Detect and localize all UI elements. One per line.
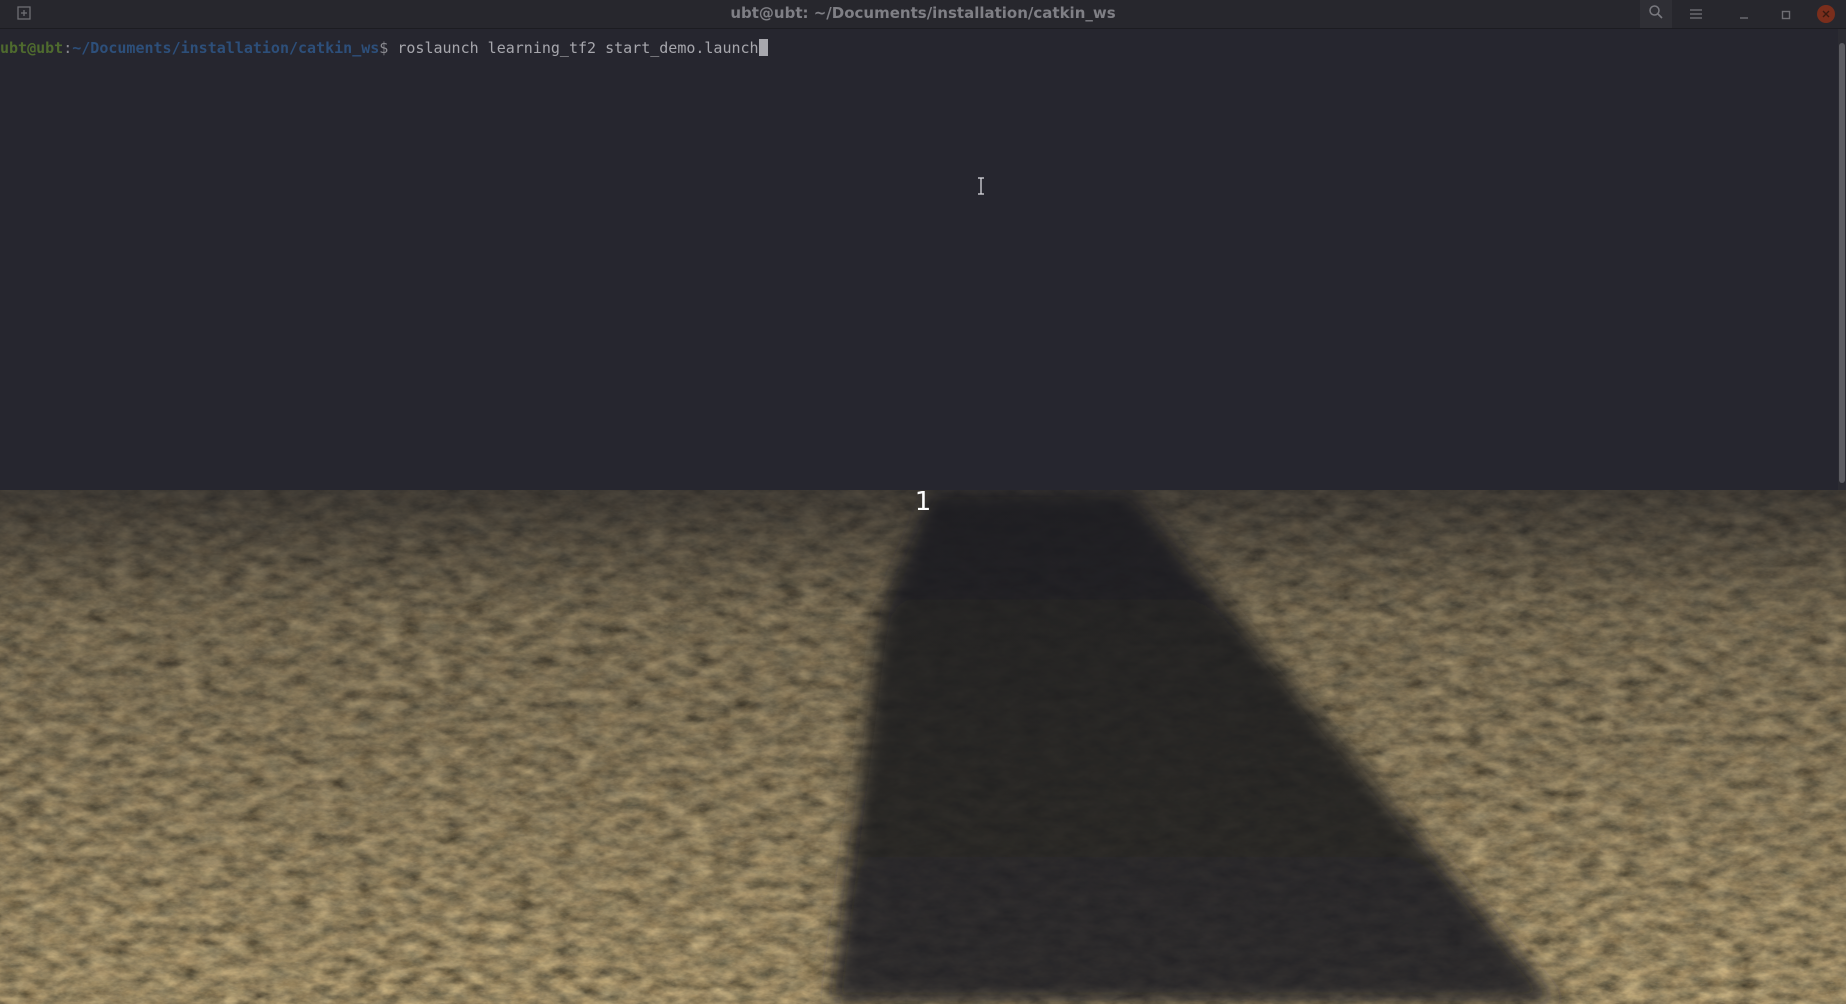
search-button[interactable] [1640, 0, 1672, 28]
prompt-user: ubt@ubt [0, 39, 64, 57]
prompt-path: ~/Documents/installation/catkin_ws [72, 39, 380, 57]
ground-texture-image [0, 490, 1846, 1004]
overlay-step-number: 1 [914, 487, 932, 517]
prompt-colon: : [63, 39, 73, 57]
scrollbar-thumb[interactable] [1839, 43, 1845, 483]
terminal-scrollbar[interactable] [1838, 29, 1846, 490]
close-icon [1817, 5, 1835, 23]
window-titlebar[interactable]: ubt@ubt: ~/Documents/installation/catkin… [0, 0, 1846, 29]
search-icon [1648, 4, 1664, 24]
window-title: ubt@ubt: ~/Documents/installation/catkin… [730, 4, 1116, 22]
screen: ubt@ubt: ~/Documents/installation/catkin… [0, 0, 1846, 1004]
ground-photo-overlay [0, 490, 1846, 1004]
prompt-symbol: $ [379, 39, 398, 57]
prompt-line: ubt@ubt:~/Documents/installation/catkin_… [0, 38, 768, 58]
minimize-button[interactable] [1728, 0, 1760, 28]
command-text: roslaunch learning_tf2 start_demo.launch [397, 39, 759, 57]
menu-button[interactable] [1680, 0, 1712, 28]
close-button[interactable] [1810, 0, 1842, 28]
text-cursor [758, 39, 768, 56]
maximize-icon [1781, 5, 1791, 24]
mouse-ibeam-cursor-icon [976, 177, 986, 199]
minimize-icon [1739, 5, 1749, 24]
maximize-button[interactable] [1770, 0, 1802, 28]
terminal-area[interactable]: ubt@ubt:~/Documents/installation/catkin_… [0, 29, 1846, 490]
hamburger-menu-icon [1689, 5, 1703, 24]
